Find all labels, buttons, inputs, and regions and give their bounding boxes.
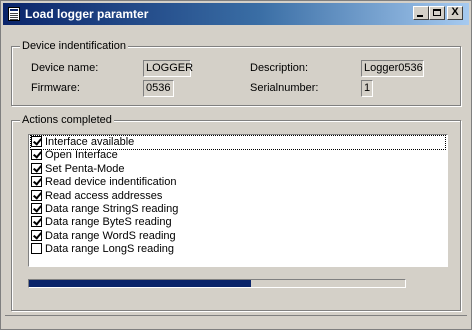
progress-bar: [28, 279, 406, 288]
checkbox-checked-icon[interactable]: [31, 216, 42, 228]
action-list-item-label: Open Interface: [45, 149, 118, 162]
action-list-item[interactable]: Interface available: [30, 135, 446, 150]
device-name-field: LOGGER: [143, 60, 193, 77]
firmware-field: 0536: [143, 80, 174, 97]
serialnumber-label: Serialnumber:: [250, 82, 319, 94]
checkbox-checked-icon[interactable]: [31, 136, 42, 147]
action-list-item[interactable]: Set Penta-Mode: [31, 162, 125, 176]
checkbox-checked-icon[interactable]: [31, 203, 42, 214]
action-list-item-label: Data range StringS reading: [45, 203, 179, 215]
action-list-item-label: Data range LongS reading: [45, 243, 175, 256]
actions-completed-group: Actions completed Interface available Ope…: [11, 114, 461, 311]
minimize-icon: [417, 15, 423, 17]
action-list-item-label: Interface available: [45, 136, 135, 148]
actions-list[interactable]: Interface available Open Interface Set Pen…: [28, 134, 448, 267]
close-button[interactable]: X: [447, 6, 463, 20]
close-icon: X: [451, 6, 459, 18]
status-bar: [5, 315, 467, 330]
window-title: Load logger paramter: [25, 7, 149, 21]
title-bar[interactable]: Load logger paramter X: [3, 3, 469, 25]
checkbox-checked-icon[interactable]: [31, 162, 42, 174]
action-list-item-label: Set Penta-Mode: [45, 162, 125, 175]
action-list-item-label: Read device indentification: [45, 176, 177, 189]
action-list-item[interactable]: Data range WordS reading: [31, 229, 176, 243]
action-list-item-label: Read access addresses: [45, 189, 163, 202]
device-identification-group: Device indentification Device name: LOGG…: [11, 40, 461, 106]
firmware-label: Firmware:: [31, 82, 80, 94]
device-group-legend: Device indentification: [20, 40, 128, 52]
action-list-item[interactable]: Read access addresses: [31, 189, 163, 203]
action-list-item[interactable]: Data range LongS reading: [31, 243, 174, 256]
dialog-window: Load logger paramter X Device indentific…: [0, 0, 472, 330]
document-icon: [8, 7, 20, 21]
progress-fill: [29, 280, 251, 287]
checkbox-checked-icon[interactable]: [31, 189, 42, 201]
action-list-item-label: Data range ByteS reading: [45, 216, 172, 229]
checkbox-unchecked-icon[interactable]: [31, 243, 42, 255]
action-list-item[interactable]: Open Interface: [31, 149, 118, 162]
action-list-item[interactable]: Read device indentification: [31, 176, 176, 189]
checkbox-checked-icon[interactable]: [31, 229, 42, 241]
maximize-icon: [433, 9, 441, 16]
maximize-button[interactable]: [429, 6, 445, 20]
actions-group-legend: Actions completed: [20, 114, 114, 126]
device-name-label: Device name:: [31, 62, 99, 74]
action-list-item[interactable]: Data range StringS reading: [31, 203, 178, 216]
description-field: Logger0536: [361, 60, 424, 77]
checkbox-checked-icon[interactable]: [31, 149, 42, 161]
action-list-item-label: Data range WordS reading: [45, 229, 176, 242]
action-list-item[interactable]: Data range ByteS reading: [31, 216, 172, 229]
description-label: Description:: [250, 62, 309, 74]
minimize-button[interactable]: [413, 6, 429, 20]
checkbox-checked-icon[interactable]: [31, 176, 42, 188]
serialnumber-field: 1: [361, 80, 373, 97]
